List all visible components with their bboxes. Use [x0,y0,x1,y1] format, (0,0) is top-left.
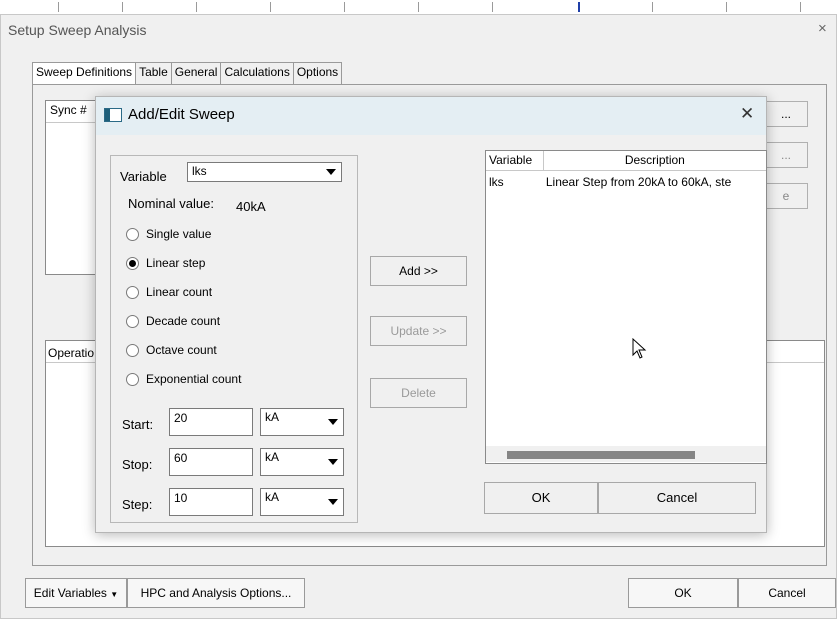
step-unit-value: kA [265,490,280,504]
window-title: Setup Sweep Analysis [8,22,147,38]
sweep-table[interactable] [485,150,767,464]
start-unit-select[interactable]: kA [260,408,344,436]
tab-bar: Sweep Definitions Table General Calculat… [32,62,343,84]
start-label: Start: [122,417,154,432]
nominal-value: 40kA [236,199,266,214]
dialog-close-icon[interactable]: ✕ [740,104,754,124]
hpc-analysis-options-button[interactable]: HPC and Analysis Options... [127,578,305,608]
chevron-down-icon [328,459,338,465]
column-header-variable[interactable]: Variable [486,151,544,170]
tab-sweep-definitions[interactable]: Sweep Definitions [32,62,137,84]
dialog-ok-button[interactable]: OK [484,482,598,514]
variable-select[interactable]: lks [187,162,342,182]
dialog-title: Add/Edit Sweep [128,106,235,123]
radio-exponential-count[interactable]: Exponential count [126,372,241,386]
background-ruler [0,0,837,14]
start-input[interactable]: 20 [169,408,253,436]
radio-single-value[interactable]: Single value [126,227,211,241]
start-unit-value: kA [265,410,280,424]
radio-indicator [126,314,139,328]
step-input[interactable]: 10 [169,488,253,516]
chevron-down-icon [328,499,338,505]
radio-label: Octave count [146,343,217,357]
radio-indicator [126,343,139,357]
radio-decade-count[interactable]: Decade count [126,314,220,328]
radio-label: Decade count [146,314,221,328]
side-button-3[interactable]: e [764,183,808,209]
stop-label: Stop: [122,457,153,472]
dropdown-arrow-icon: ▼ [110,590,119,599]
scrollbar-thumb[interactable] [507,451,695,459]
stop-input[interactable]: 60 [169,448,253,476]
chevron-down-icon [328,419,338,425]
update-button[interactable]: Update >> [370,316,467,346]
column-header-description[interactable]: Description [544,151,766,170]
sweep-table-header: Variable Description [486,151,766,171]
tab-options[interactable]: Options [292,62,343,84]
cell-variable: lks [489,175,504,189]
variable-select-value: lks [192,164,207,178]
add-button[interactable]: Add >> [370,256,467,286]
radio-octave-count[interactable]: Octave count [126,343,217,357]
radio-linear-count[interactable]: Linear count [126,285,212,299]
radio-indicator [126,285,139,299]
radio-indicator-selected [126,256,139,270]
window-close-icon[interactable]: × [818,20,827,37]
edit-variables-label: Edit Variables [33,586,107,600]
stop-unit-select[interactable]: kA [260,448,344,476]
table-row[interactable]: lks Linear Step from 20kA to 60kA, ste [486,174,766,192]
radio-label: Linear count [146,285,213,299]
radio-label: Linear step [146,256,206,270]
stop-unit-value: kA [265,450,280,464]
outer-cancel-button[interactable]: Cancel [738,578,836,608]
side-button-1[interactable]: ... [764,101,808,127]
radio-indicator [126,227,139,241]
dialog-cancel-button[interactable]: Cancel [598,482,756,514]
tab-general[interactable]: General [170,62,222,84]
variable-label: Variable [120,169,167,184]
radio-label: Single value [146,227,212,241]
step-label: Step: [122,497,153,512]
radio-indicator [126,372,139,386]
radio-label: Exponential count [146,372,242,386]
edit-variables-button[interactable]: Edit Variables ▼ [25,578,127,608]
side-button-2[interactable]: ... [764,142,808,168]
tab-table[interactable]: Table [135,62,172,84]
tab-calculations[interactable]: Calculations [220,62,294,84]
step-unit-select[interactable]: kA [260,488,344,516]
radio-linear-step[interactable]: Linear step [126,256,205,270]
nominal-label: Nominal value: [128,196,214,211]
delete-button[interactable]: Delete [370,378,467,408]
app-icon [104,108,122,122]
mouse-cursor-icon [632,338,647,359]
outer-ok-button[interactable]: OK [628,578,738,608]
cell-description: Linear Step from 20kA to 60kA, ste [545,175,732,189]
chevron-down-icon [326,169,336,175]
